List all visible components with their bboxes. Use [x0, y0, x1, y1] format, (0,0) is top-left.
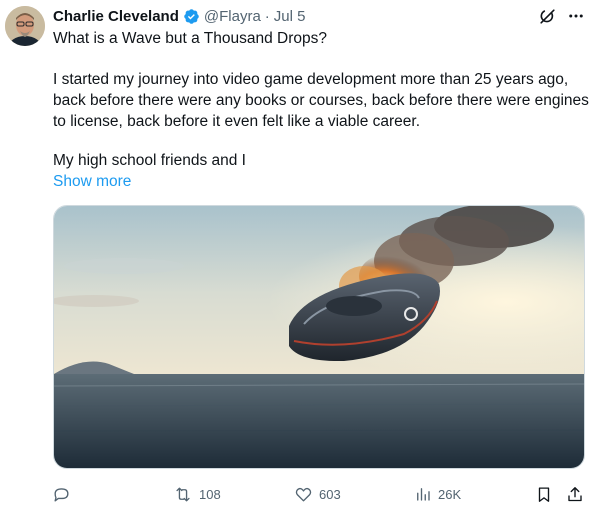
avatar[interactable] [5, 6, 45, 46]
tweet-actions: 108 603 26K [0, 481, 600, 507]
more-options-button[interactable] [565, 6, 587, 26]
tweet-card[interactable]: Charlie Cleveland @Flayra · Jul 5 What i… [0, 0, 600, 510]
share-button[interactable] [566, 481, 584, 507]
view-count: 26K [438, 486, 462, 502]
tweet-text-paragraph3: My high school friends and I [53, 152, 246, 169]
show-more-link[interactable]: Show more [53, 171, 131, 192]
tweet-text-paragraph2: I started my journey into video game dev… [53, 71, 589, 130]
grok-icon [539, 8, 555, 24]
like-count: 603 [319, 486, 341, 502]
views-button[interactable]: 26K [414, 481, 461, 507]
avatar-image [5, 6, 45, 46]
tweet-header: Charlie Cleveland @Flayra · Jul 5 [53, 6, 305, 26]
grok-button[interactable] [537, 6, 557, 26]
separator-dot: · [264, 7, 270, 25]
verified-badge-icon [183, 8, 200, 25]
like-icon [295, 487, 312, 502]
share-icon [568, 486, 582, 501]
views-icon [417, 488, 430, 501]
repost-button[interactable]: 108 [173, 481, 221, 507]
tweet-date[interactable]: Jul 5 [274, 8, 306, 25]
author-name[interactable]: Charlie Cleveland [53, 8, 179, 25]
bookmark-button[interactable] [535, 481, 553, 507]
more-icon [569, 14, 583, 18]
tweet-media-image[interactable] [53, 205, 585, 469]
like-button[interactable]: 603 [294, 481, 341, 507]
crashing-ship-image [54, 206, 584, 468]
tweet-text-line1: What is a Wave but a Thousand Drops? [53, 30, 327, 47]
repost-count: 108 [199, 486, 221, 502]
reply-button[interactable] [52, 481, 77, 507]
reply-icon [54, 487, 69, 502]
author-handle[interactable]: @Flayra [204, 8, 261, 25]
repost-icon [176, 486, 190, 502]
bookmark-icon [538, 486, 550, 502]
